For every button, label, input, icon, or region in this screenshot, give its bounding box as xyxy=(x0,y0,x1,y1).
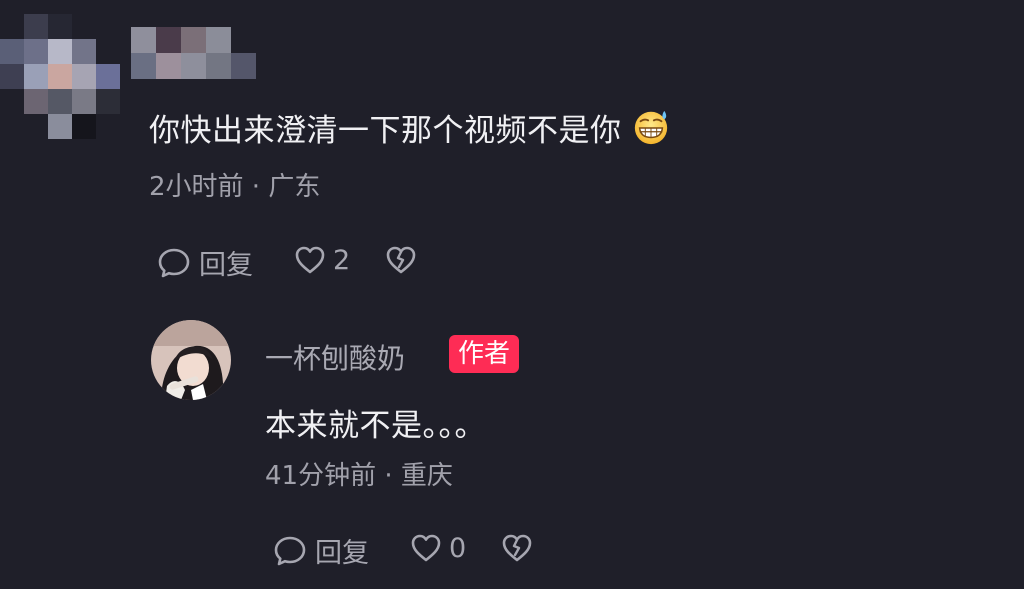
heart-outline-icon xyxy=(411,534,441,562)
comment-like-button[interactable]: 2 xyxy=(293,243,350,277)
broken-heart-icon xyxy=(386,246,416,274)
reply-dislike-button[interactable] xyxy=(500,531,534,565)
reply-like-count: 0 xyxy=(449,532,467,564)
comment-time-location: 2小时前 · 广东 xyxy=(149,172,321,202)
reply-reply-button[interactable]: 回复 xyxy=(273,531,369,570)
author-avatar[interactable] xyxy=(151,320,231,400)
speech-bubble-icon xyxy=(274,536,306,565)
comment-text-content: 你快出来澄清一下那个视频不是你 xyxy=(149,113,622,149)
comment-dislike-button[interactable] xyxy=(384,243,418,277)
heart-outline-icon xyxy=(295,246,325,274)
commenter-avatar-pixelated[interactable] xyxy=(0,14,124,142)
reply-time-location: 41分钟前 · 重庆 xyxy=(265,461,453,491)
speech-bubble-icon xyxy=(158,248,190,277)
author-username[interactable]: 一杯刨酸奶 xyxy=(265,337,405,377)
reply-like-button[interactable]: 0 xyxy=(409,531,466,565)
comment-reply-label: 回复 xyxy=(199,250,253,281)
comment-reply-button[interactable]: 回复 xyxy=(157,243,253,282)
grinning-sweat-face-icon xyxy=(634,110,667,145)
commenter-username-pixelated[interactable] xyxy=(131,27,257,79)
author-badge: 作者 xyxy=(449,335,520,373)
reply-text: 本来就不是。。。 xyxy=(265,408,486,444)
comment-like-count: 2 xyxy=(333,244,351,276)
broken-heart-icon xyxy=(502,534,532,562)
reply-reply-label: 回复 xyxy=(315,538,369,569)
comment-text: 你快出来澄清一下那个视频不是你 xyxy=(149,105,670,150)
author-avatar-image xyxy=(151,320,231,400)
